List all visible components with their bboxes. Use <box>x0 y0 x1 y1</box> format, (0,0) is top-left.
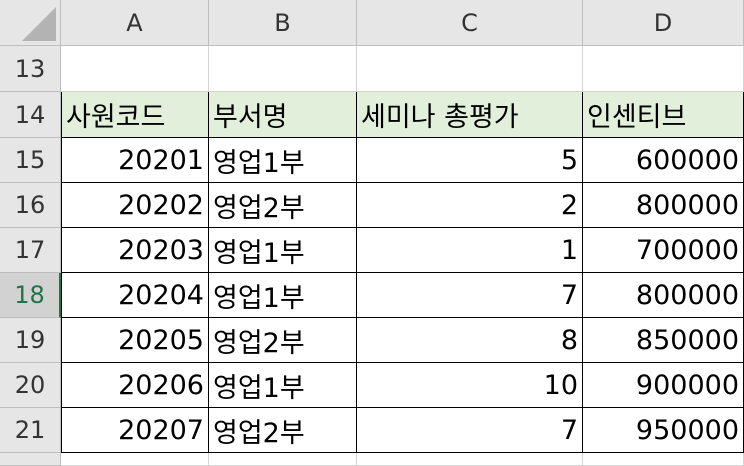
empty-cell[interactable] <box>209 453 357 466</box>
table-cell[interactable]: 영업1부 <box>209 228 357 273</box>
table-cell[interactable]: 700000 <box>583 228 744 273</box>
empty-cell[interactable] <box>357 46 583 92</box>
table-cell[interactable]: 950000 <box>583 408 744 453</box>
table-cell[interactable]: 8 <box>357 318 583 363</box>
table-header-cell[interactable]: 인센티브 <box>583 92 744 138</box>
table-cell[interactable]: 900000 <box>583 363 744 408</box>
table-cell[interactable]: 영업1부 <box>209 363 357 408</box>
row-header-19[interactable]: 19 <box>0 318 61 363</box>
table-cell[interactable]: 20201 <box>61 138 209 183</box>
table-header-cell[interactable]: 세미나 총평가 <box>357 92 583 138</box>
table-cell[interactable]: 영업2부 <box>209 183 357 228</box>
table-cell[interactable]: 800000 <box>583 273 744 318</box>
table-cell[interactable]: 2 <box>357 183 583 228</box>
table-cell[interactable]: 20207 <box>61 408 209 453</box>
column-header-d[interactable]: D <box>583 0 744 46</box>
row-header-17[interactable]: 17 <box>0 228 61 273</box>
column-header-b[interactable]: B <box>209 0 357 46</box>
row-header-20[interactable]: 20 <box>0 363 61 408</box>
row-header-14[interactable]: 14 <box>0 92 61 138</box>
row-header-13[interactable]: 13 <box>0 46 61 92</box>
empty-cell[interactable] <box>61 453 209 466</box>
column-header-a[interactable]: A <box>61 0 209 46</box>
table-cell[interactable]: 20206 <box>61 363 209 408</box>
table-cell[interactable]: 20205 <box>61 318 209 363</box>
row-header-overflow[interactable] <box>0 453 61 466</box>
table-cell[interactable]: 10 <box>357 363 583 408</box>
empty-cell[interactable] <box>209 46 357 92</box>
spreadsheet-grid: A B C D 13 14 15 16 17 18 19 20 21 사원코드 부서명 세미나 총평가 인센티브… <box>0 0 744 466</box>
table-cell[interactable]: 5 <box>357 138 583 183</box>
row-header-18[interactable]: 18 <box>0 273 61 318</box>
table-cell[interactable]: 영업1부 <box>209 138 357 183</box>
table-cell[interactable]: 영업1부 <box>209 273 357 318</box>
table-cell[interactable]: 20203 <box>61 228 209 273</box>
empty-cell[interactable] <box>583 453 744 466</box>
table-cell[interactable]: 영업2부 <box>209 408 357 453</box>
column-header-c[interactable]: C <box>357 0 583 46</box>
table-cell[interactable]: 850000 <box>583 318 744 363</box>
table-cell[interactable]: 7 <box>357 273 583 318</box>
select-all-triangle-icon <box>22 7 56 41</box>
table-cell[interactable]: 600000 <box>583 138 744 183</box>
row-header-21[interactable]: 21 <box>0 408 61 453</box>
table-cell[interactable]: 20204 <box>61 273 209 318</box>
table-cell[interactable]: 800000 <box>583 183 744 228</box>
table-header-cell[interactable]: 사원코드 <box>61 92 209 138</box>
empty-cell[interactable] <box>583 46 744 92</box>
table-cell[interactable]: 7 <box>357 408 583 453</box>
select-all-corner[interactable] <box>0 0 61 46</box>
row-header-16[interactable]: 16 <box>0 183 61 228</box>
empty-cell[interactable] <box>357 453 583 466</box>
table-cell[interactable]: 영업2부 <box>209 318 357 363</box>
table-header-cell[interactable]: 부서명 <box>209 92 357 138</box>
table-cell[interactable]: 20202 <box>61 183 209 228</box>
empty-cell[interactable] <box>61 46 209 92</box>
row-header-15[interactable]: 15 <box>0 138 61 183</box>
table-cell[interactable]: 1 <box>357 228 583 273</box>
